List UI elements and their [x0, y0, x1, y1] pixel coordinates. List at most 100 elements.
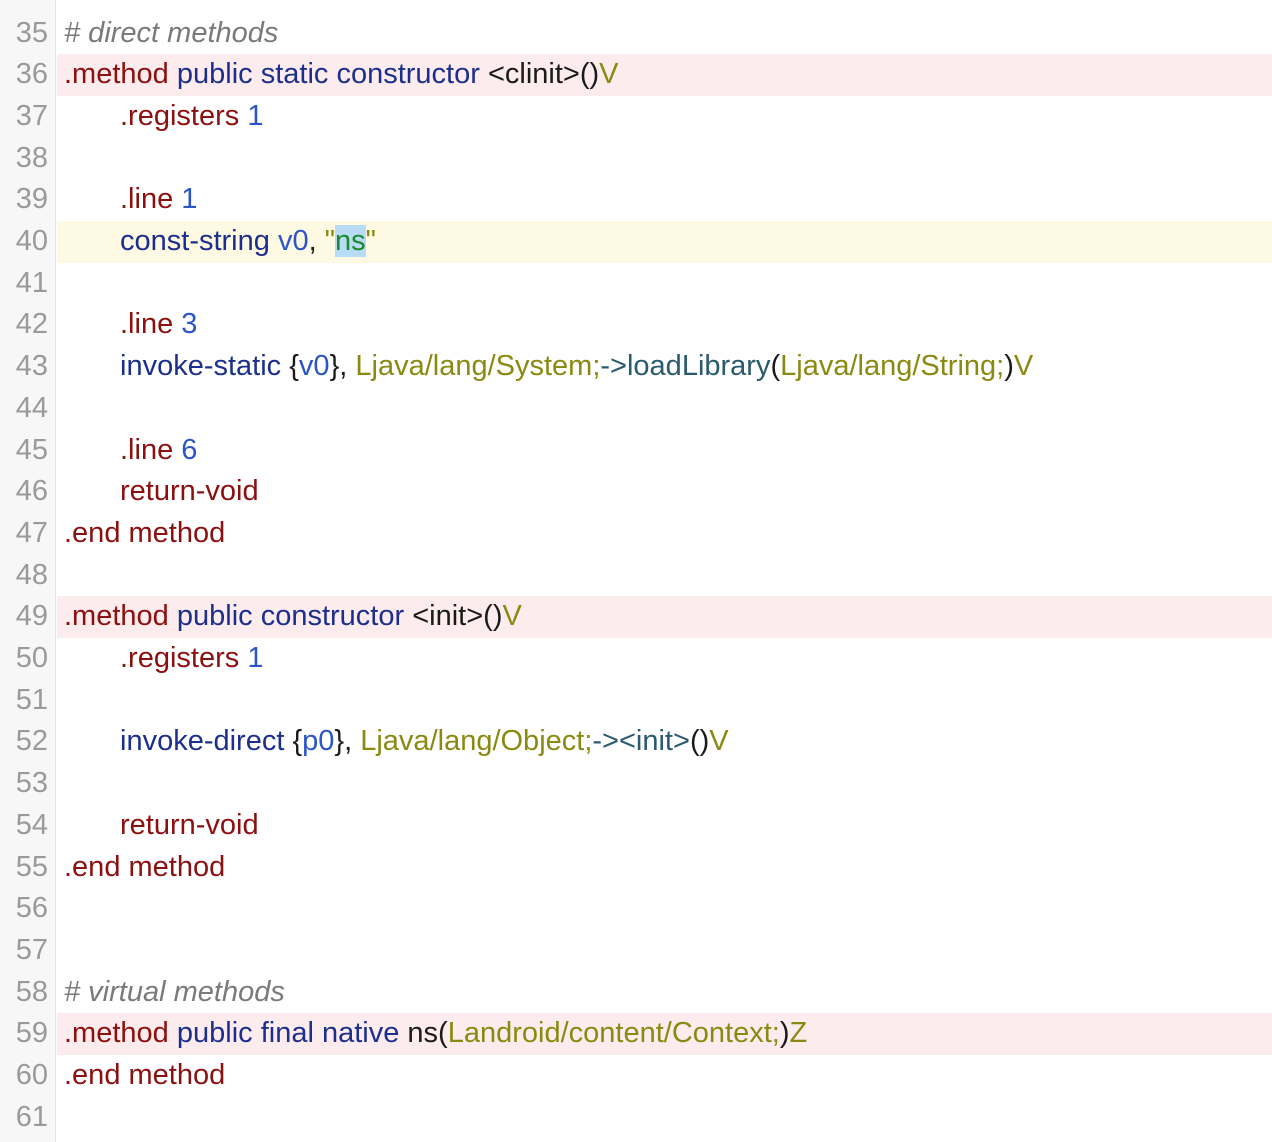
token-directive: .registers [120, 642, 240, 674]
token-directive: .end method [64, 850, 226, 883]
code-line[interactable]: 60 .end method [0, 1055, 1272, 1097]
line-number: 35 [15, 16, 48, 49]
token-number: 1 [247, 99, 264, 132]
token-number: 1 [181, 183, 198, 216]
token-punct [169, 600, 177, 632]
line-number: 56 [15, 892, 48, 925]
code-line[interactable]: 38 [0, 138, 1272, 180]
token-punct: }, [334, 725, 361, 758]
code-line[interactable]: 46 return-void [0, 471, 1272, 513]
token-type: V [709, 725, 729, 758]
line-text: .method public final native ns(Landroid/… [64, 1013, 807, 1055]
token-type: V [1013, 350, 1034, 383]
token-directive: return-void [120, 808, 259, 841]
line-number: 51 [15, 683, 48, 716]
token-punct: () [689, 725, 710, 758]
token-punct [253, 600, 261, 632]
code-line[interactable]: 52 invoke-direct {p0}, Ljava/lang/Object;… [0, 721, 1272, 763]
line-number: 55 [15, 850, 48, 883]
code-line[interactable]: 56 [0, 888, 1272, 930]
code-line[interactable]: 39 .line 1 [0, 179, 1272, 221]
token-member: <init> [618, 725, 690, 758]
line-number: 61 [15, 1100, 48, 1133]
token-directive: .method [64, 58, 169, 91]
token-directive: .registers [120, 99, 240, 132]
token-keyword: invoke-direct [120, 725, 285, 758]
code-line[interactable]: 53 [0, 763, 1272, 805]
code-line[interactable]: 36 .method public static constructor <cli… [0, 54, 1272, 96]
token-punct [253, 58, 261, 90]
token-punct: ) [1004, 350, 1014, 383]
token-punct [253, 1017, 261, 1049]
token-keyword: invoke-static [120, 350, 282, 383]
token-type: Landroid/content/Context; [447, 1017, 780, 1050]
code-line[interactable]: 41 [0, 263, 1272, 305]
token-string-q: " [365, 225, 376, 257]
line-number: 44 [15, 391, 48, 424]
code-line[interactable]: 40 const-string v0, "ns" [0, 221, 1272, 263]
token-type: V [599, 58, 619, 91]
code-line[interactable]: 59 .method public final native ns(Landroi… [0, 1013, 1272, 1055]
token-number: 3 [181, 308, 198, 341]
token-punct: { [284, 725, 303, 758]
line-text: const-string v0, "ns" [64, 221, 376, 263]
code-line[interactable]: 55 .end method [0, 847, 1272, 889]
line-text: .registers 1 [64, 96, 263, 138]
line-number: 37 [15, 99, 48, 132]
token-keyword: public [176, 600, 253, 633]
token-directive: .line [120, 183, 174, 216]
line-number: 50 [15, 642, 48, 674]
code-line[interactable]: 48 [0, 555, 1272, 597]
code-line[interactable]: 50 .registers 1 [0, 638, 1272, 680]
token-comment: # virtual methods [64, 975, 285, 1008]
code-line[interactable]: 45 .line 6 [0, 430, 1272, 472]
line-number: 38 [15, 141, 48, 174]
line-text: invoke-static {v0}, Ljava/lang/System;->… [64, 346, 1033, 388]
line-text: return-void [64, 805, 259, 847]
token-op: -> [592, 725, 619, 758]
line-text: .method public static constructor <clini… [64, 54, 619, 96]
token-punct [314, 1017, 322, 1049]
token-directive: .end method [64, 516, 226, 549]
token-punct: }, [329, 350, 356, 383]
token-type: Ljava/lang/String; [780, 350, 1005, 383]
token-reg: v0 [277, 225, 309, 257]
code-line[interactable]: 47 .end method [0, 513, 1272, 555]
code-line[interactable]: 61 [0, 1097, 1272, 1139]
token-string-q: " [324, 225, 336, 257]
code-line[interactable]: 37 .registers 1 [0, 96, 1272, 138]
token-name: <init>() [412, 600, 503, 633]
line-text: .registers 1 [64, 638, 263, 680]
line-number: 39 [15, 183, 48, 216]
code-line[interactable]: 49 .method public constructor <init>()V [0, 596, 1272, 638]
code-line[interactable]: 51 [0, 680, 1272, 722]
line-number: 36 [15, 58, 48, 91]
token-type: Ljava/lang/Object; [360, 725, 593, 758]
token-punct: ( [770, 350, 781, 383]
token-directive: .line [120, 308, 174, 341]
token-type: Z [789, 1017, 808, 1050]
code-line[interactable]: 44 [0, 388, 1272, 430]
token-directive: .end method [64, 1059, 226, 1091]
code-editor[interactable]: 35 # direct methods 36 .method public stati… [0, 0, 1272, 1142]
token-directive: return-void [120, 475, 259, 508]
code-line[interactable]: 42 .line 3 [0, 304, 1272, 346]
token-punct [404, 600, 412, 632]
token-punct: ) [779, 1017, 790, 1050]
token-keyword: native [321, 1017, 400, 1050]
code-line[interactable]: 54 return-void [0, 805, 1272, 847]
code-line[interactable]: 35 # direct methods [0, 13, 1272, 55]
token-op: -> [600, 350, 627, 383]
token-punct: { [281, 350, 299, 383]
token-keyword: public [176, 1017, 253, 1050]
token-member: loadLibrary [626, 350, 771, 383]
line-number: 46 [15, 475, 48, 508]
line-number: 58 [15, 975, 48, 1008]
token-keyword: constructor [336, 58, 480, 91]
token-punct [169, 58, 177, 90]
token-number: 6 [181, 433, 198, 466]
line-text: return-void [64, 471, 259, 513]
code-line[interactable]: 43 invoke-static {v0}, Ljava/lang/System;… [0, 346, 1272, 388]
code-line[interactable]: 57 [0, 930, 1272, 972]
code-line[interactable]: 58 # virtual methods [0, 972, 1272, 1014]
